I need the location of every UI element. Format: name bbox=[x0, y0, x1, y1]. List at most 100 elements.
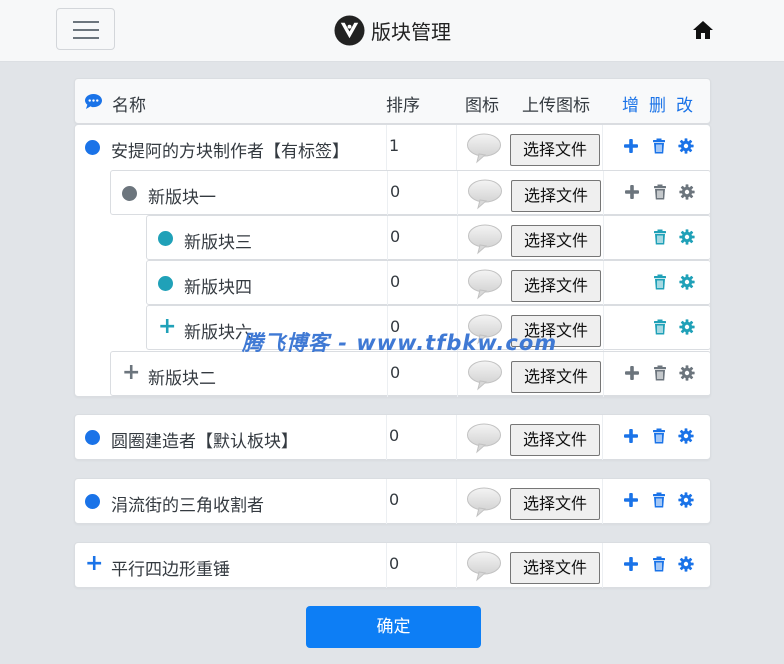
expand-plus-icon[interactable]: + bbox=[158, 314, 176, 340]
column-divider bbox=[603, 216, 604, 261]
gear-icon[interactable] bbox=[679, 184, 695, 200]
section-row: 涓流街的三角收割者 0 选择文件 bbox=[74, 479, 711, 524]
gear-icon[interactable] bbox=[679, 274, 695, 290]
header-add-link[interactable]: 增 bbox=[622, 91, 639, 116]
column-divider bbox=[603, 261, 604, 306]
trash-icon[interactable] bbox=[652, 319, 668, 335]
plus-icon[interactable] bbox=[624, 184, 640, 200]
plus-icon[interactable] bbox=[623, 428, 639, 444]
section-icon-preview bbox=[467, 268, 503, 300]
column-divider bbox=[457, 216, 458, 261]
table-header: 名称 排序 图标 上传图标 增 删 改 bbox=[74, 78, 711, 124]
trash-icon[interactable] bbox=[652, 274, 668, 290]
header-edit-link[interactable]: 改 bbox=[676, 91, 693, 116]
header-delete-link[interactable]: 删 bbox=[649, 91, 666, 116]
section-order-input[interactable]: 0 bbox=[389, 426, 399, 445]
gear-icon[interactable] bbox=[678, 138, 694, 154]
gear-icon[interactable] bbox=[679, 229, 695, 245]
plus-icon[interactable] bbox=[623, 138, 639, 154]
trash-icon[interactable] bbox=[651, 428, 667, 444]
section-row: 新版块三 0 选择文件 bbox=[146, 215, 711, 261]
status-dot-icon bbox=[122, 186, 137, 201]
trash-icon[interactable] bbox=[651, 492, 667, 508]
column-header-order: 排序 bbox=[386, 96, 420, 116]
plus-icon[interactable] bbox=[623, 556, 639, 572]
section-name: 安提阿的方块制作者【有标签】 bbox=[111, 142, 349, 162]
status-dot-icon bbox=[85, 494, 100, 509]
section-name: 圆圈建造者【默认板块】 bbox=[111, 432, 298, 452]
column-header-upload: 上传图标 bbox=[522, 96, 590, 116]
column-divider bbox=[456, 125, 457, 170]
column-divider bbox=[386, 543, 387, 588]
section-icon-preview bbox=[467, 359, 503, 391]
status-dot-icon bbox=[85, 430, 100, 445]
home-icon[interactable] bbox=[692, 20, 714, 40]
choose-file-button[interactable]: 选择文件 bbox=[511, 180, 601, 212]
gear-icon[interactable] bbox=[679, 319, 695, 335]
column-divider bbox=[456, 479, 457, 524]
column-divider bbox=[457, 171, 458, 216]
menu-bar-line bbox=[73, 37, 99, 39]
column-header-icon: 图标 bbox=[465, 96, 499, 116]
section-order-input[interactable]: 1 bbox=[389, 136, 399, 155]
column-divider bbox=[603, 171, 604, 216]
gear-icon[interactable] bbox=[679, 365, 695, 381]
column-divider bbox=[386, 479, 387, 524]
section-name: 涓流街的三角收割者 bbox=[111, 496, 264, 516]
column-divider bbox=[387, 216, 388, 261]
choose-file-button[interactable]: 选择文件 bbox=[510, 488, 600, 520]
section-order-input[interactable]: 0 bbox=[390, 227, 400, 246]
section-icon-preview bbox=[466, 550, 502, 582]
section-order-input[interactable]: 0 bbox=[389, 490, 399, 509]
section-row: 安提阿的方块制作者【有标签】 1 选择文件 bbox=[74, 125, 711, 170]
choose-file-button[interactable]: 选择文件 bbox=[510, 134, 600, 166]
choose-file-button[interactable]: 选择文件 bbox=[510, 552, 600, 584]
section-order-input[interactable]: 0 bbox=[390, 272, 400, 291]
section-name: 新版块四 bbox=[184, 278, 252, 298]
gear-icon[interactable] bbox=[678, 556, 694, 572]
gear-icon[interactable] bbox=[678, 428, 694, 444]
section-icon-preview bbox=[466, 486, 502, 518]
choose-file-button[interactable]: 选择文件 bbox=[511, 270, 601, 302]
column-divider bbox=[387, 352, 388, 397]
column-divider bbox=[603, 352, 604, 397]
trash-icon[interactable] bbox=[652, 365, 668, 381]
section-name: 新版块一 bbox=[148, 188, 216, 208]
column-divider bbox=[457, 261, 458, 306]
column-divider bbox=[386, 125, 387, 170]
expand-plus-icon[interactable]: + bbox=[85, 551, 103, 577]
menu-bar-line bbox=[73, 21, 99, 23]
column-divider bbox=[602, 543, 603, 588]
trash-icon[interactable] bbox=[651, 556, 667, 572]
choose-file-button[interactable]: 选择文件 bbox=[511, 225, 601, 257]
section-row: + 新版块二 0 选择文件 bbox=[110, 351, 711, 397]
column-header-name: 名称 bbox=[112, 96, 146, 116]
trash-icon[interactable] bbox=[652, 229, 668, 245]
section-order-input[interactable]: 0 bbox=[390, 182, 400, 201]
section-name: 新版块三 bbox=[184, 233, 252, 253]
plus-icon[interactable] bbox=[624, 365, 640, 381]
section-icon-preview bbox=[466, 422, 502, 454]
column-divider bbox=[603, 306, 604, 351]
plus-icon[interactable] bbox=[623, 492, 639, 508]
page-title: 版块管理 bbox=[371, 19, 451, 44]
choose-file-button[interactable]: 选择文件 bbox=[510, 424, 600, 456]
watermark-text: 腾飞博客 - www.tfbkw.com bbox=[242, 331, 558, 355]
section-order-input[interactable]: 0 bbox=[389, 554, 399, 573]
section-row: 圆圈建造者【默认板块】 0 选择文件 bbox=[74, 415, 711, 460]
section-row: 新版块四 0 选择文件 bbox=[146, 260, 711, 306]
column-divider bbox=[456, 415, 457, 460]
choose-file-button[interactable]: 选择文件 bbox=[511, 361, 601, 393]
confirm-button[interactable]: 确定 bbox=[306, 606, 481, 648]
brand: 版块管理 bbox=[334, 14, 451, 46]
hamburger-menu-button[interactable] bbox=[56, 8, 115, 50]
section-row: + 平行四边形重锤 0 选择文件 bbox=[74, 543, 711, 588]
trash-icon[interactable] bbox=[652, 184, 668, 200]
column-divider bbox=[387, 171, 388, 216]
section-order-input[interactable]: 0 bbox=[390, 363, 400, 382]
column-divider bbox=[386, 415, 387, 460]
expand-plus-icon[interactable]: + bbox=[122, 360, 140, 386]
logo-icon bbox=[334, 14, 365, 46]
trash-icon[interactable] bbox=[651, 138, 667, 154]
gear-icon[interactable] bbox=[678, 492, 694, 508]
